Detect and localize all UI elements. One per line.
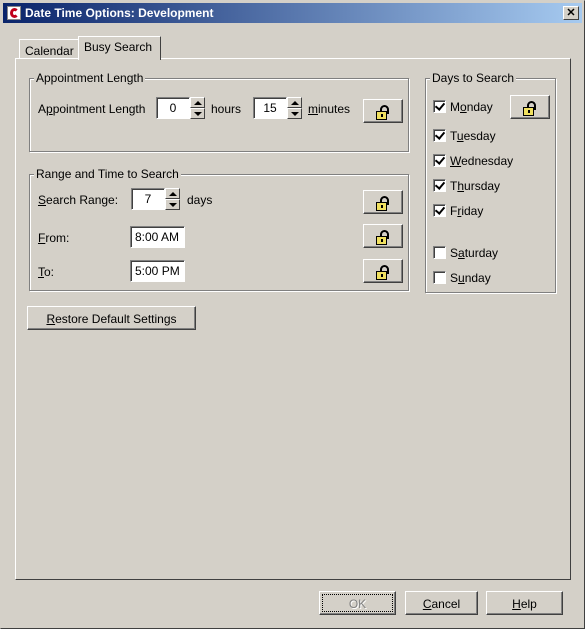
monday-checkbox[interactable]: [433, 100, 446, 113]
sunday-checkbox[interactable]: [433, 271, 446, 284]
to-lock-button[interactable]: [363, 259, 403, 283]
search-range-input[interactable]: 7: [131, 188, 165, 210]
dialog-window: Date Time Options: Development ✕ Calenda…: [0, 0, 585, 629]
tuesday-label[interactable]: Tuesday: [450, 129, 496, 143]
range-time-group-label: Range and Time to Search: [34, 167, 181, 181]
unlocked-padlock-icon: [376, 105, 390, 120]
app-logo-icon: [7, 6, 21, 20]
minutes-unit-label: minutes: [308, 102, 351, 116]
days-lock-button[interactable]: [510, 95, 550, 119]
hours-spin-up[interactable]: [190, 97, 205, 108]
spin-down-arrow-icon: [169, 203, 177, 207]
unlocked-padlock-icon: [376, 230, 390, 245]
days-to-search-group-label: Days to Search: [430, 71, 517, 85]
tab-calendar[interactable]: Calendar: [19, 39, 79, 59]
hours-spin-down[interactable]: [190, 108, 205, 119]
hours-unit-label: hours: [211, 102, 242, 116]
restore-default-settings-label: Restore Default Settings: [46, 312, 177, 326]
appointment-length-label: Appointment Length: [38, 102, 146, 116]
minutes-input[interactable]: 15: [253, 97, 287, 119]
thursday-checkbox[interactable]: [433, 179, 446, 192]
hours-input[interactable]: 0: [156, 97, 190, 119]
spin-down-arrow-icon: [194, 112, 202, 116]
range-time-group: Range and Time to Search: [29, 167, 409, 291]
spin-up-arrow-icon: [169, 192, 177, 196]
tab-busy-search-label: Busy Search: [84, 40, 153, 54]
tab-calendar-label: Calendar: [25, 44, 74, 58]
ok-button[interactable]: OK: [319, 591, 396, 615]
appointment-length-group-label: Appointment Length: [34, 71, 146, 85]
title-bar[interactable]: Date Time Options: Development ✕: [3, 3, 582, 23]
from-lock-button[interactable]: [363, 224, 403, 248]
unlocked-padlock-icon: [376, 265, 390, 280]
search-range-label: Search Range:: [38, 193, 119, 207]
saturday-checkbox[interactable]: [433, 246, 446, 259]
window-title: Date Time Options: Development: [25, 6, 214, 20]
tab-busy-search[interactable]: Busy Search: [78, 36, 161, 60]
wednesday-checkbox[interactable]: [433, 154, 446, 167]
thursday-label[interactable]: Thursday: [450, 179, 500, 193]
search-range-spinner[interactable]: [165, 188, 180, 210]
wednesday-label[interactable]: Wednesday: [450, 154, 513, 168]
friday-checkbox[interactable]: [433, 204, 446, 217]
search-range-spin-up[interactable]: [165, 188, 180, 199]
minutes-spinner[interactable]: [287, 97, 302, 119]
ok-label: OK: [348, 597, 367, 611]
hours-spinner[interactable]: [190, 97, 205, 119]
monday-label[interactable]: Monday: [450, 100, 493, 114]
cancel-button[interactable]: Cancel: [405, 591, 478, 615]
spin-up-arrow-icon: [194, 101, 202, 105]
saturday-label[interactable]: Saturday: [450, 246, 498, 260]
help-label: Help: [512, 597, 537, 611]
minutes-spin-up[interactable]: [287, 97, 302, 108]
minutes-spin-down[interactable]: [287, 108, 302, 119]
restore-default-settings-button[interactable]: Restore Default Settings: [27, 306, 196, 330]
from-time-input[interactable]: 8:00 AM: [130, 226, 185, 248]
appointment-length-lock-button[interactable]: [363, 99, 403, 123]
to-time-input[interactable]: 5:00 PM: [130, 260, 185, 282]
search-range-unit-label: days: [187, 193, 213, 207]
spin-down-arrow-icon: [291, 112, 299, 116]
help-button[interactable]: Help: [486, 591, 563, 615]
search-range-spin-down[interactable]: [165, 199, 180, 210]
spin-up-arrow-icon: [291, 101, 299, 105]
unlocked-padlock-icon: [376, 196, 390, 211]
to-label: To:: [38, 265, 55, 279]
unlocked-padlock-icon: [523, 101, 537, 116]
cancel-label: Cancel: [422, 597, 461, 611]
search-range-lock-button[interactable]: [363, 190, 403, 214]
friday-label[interactable]: Friday: [450, 204, 483, 218]
tuesday-checkbox[interactable]: [433, 129, 446, 142]
close-icon[interactable]: ✕: [563, 6, 579, 20]
from-label: From:: [38, 231, 70, 245]
sunday-label[interactable]: Sunday: [450, 271, 491, 285]
